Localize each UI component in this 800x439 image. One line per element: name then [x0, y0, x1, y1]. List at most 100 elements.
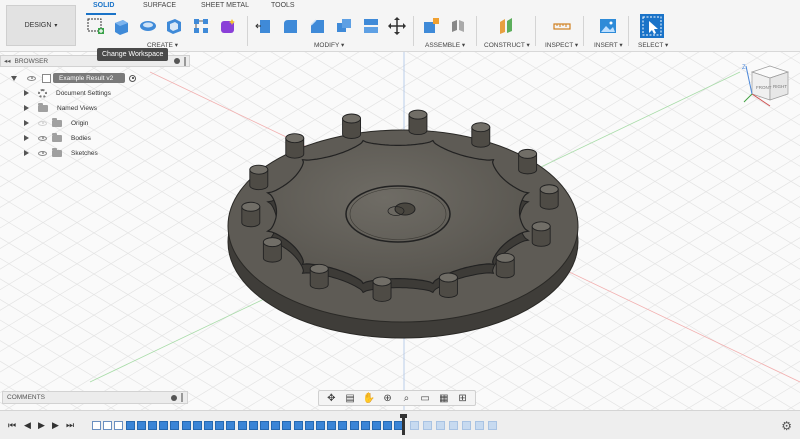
comments-panel[interactable]: COMMENTS	[2, 391, 188, 404]
tree-item-named-views[interactable]: Named Views	[24, 102, 97, 114]
inspect-menu[interactable]: INSPECT ▾	[545, 41, 578, 49]
press-pull-icon[interactable]	[254, 16, 274, 36]
fit-zoom-icon[interactable]: ⌕	[400, 393, 412, 404]
panel-resize-handle[interactable]	[184, 56, 186, 66]
timeline-extrude-feature[interactable]	[192, 421, 202, 430]
chamfer-icon[interactable]	[307, 16, 327, 36]
workspace-switcher-button[interactable]: DESIGN ▾	[6, 5, 76, 46]
tree-item-origin[interactable]: Origin	[24, 117, 88, 129]
timeline-extrude-feature[interactable]	[248, 421, 258, 430]
timeline-extrude-feature[interactable]	[136, 421, 146, 430]
tab-surface[interactable]: SURFACE	[143, 2, 176, 9]
pattern-icon[interactable]	[191, 16, 211, 36]
timeline-extrude-feature[interactable]	[260, 421, 269, 430]
timeline-extrude-feature[interactable]	[372, 421, 381, 430]
timeline-suppressed-feature[interactable]	[436, 421, 445, 430]
timeline-extrude-feature[interactable]	[271, 421, 281, 430]
insert-image-icon[interactable]	[598, 16, 618, 36]
new-component-icon[interactable]	[421, 16, 441, 36]
timeline-sketch-feature[interactable]	[103, 421, 113, 430]
timeline-extrude-feature[interactable]	[148, 421, 157, 430]
timeline-extrude-feature[interactable]	[237, 421, 247, 430]
split-body-icon[interactable]	[361, 16, 381, 36]
create-sketch-icon[interactable]	[86, 16, 106, 36]
joint-icon[interactable]	[448, 16, 468, 36]
timeline-extrude-feature[interactable]	[125, 421, 135, 430]
timeline-extrude-feature[interactable]	[226, 421, 236, 430]
timeline-extrude-feature[interactable]	[181, 421, 191, 430]
extrude-icon[interactable]	[111, 16, 131, 36]
create-form-icon[interactable]	[218, 16, 238, 36]
tab-sheet-metal[interactable]: SHEET METAL	[201, 2, 249, 9]
zoom-icon[interactable]: ⊕	[382, 393, 394, 404]
tab-solid[interactable]: SOLID	[93, 2, 114, 9]
step-forward-icon[interactable]: ▶	[52, 420, 59, 431]
pin-icon[interactable]	[174, 58, 180, 64]
expand-triangle-icon[interactable]	[24, 90, 29, 96]
timeline-marker[interactable]	[400, 414, 407, 435]
timeline-sketch-feature[interactable]	[92, 421, 101, 430]
timeline-suppressed-feature[interactable]	[475, 421, 484, 430]
step-back-icon[interactable]: ◀	[24, 420, 31, 431]
combine-icon[interactable]	[334, 16, 354, 36]
visibility-eye-icon[interactable]	[27, 75, 36, 81]
offset-plane-icon[interactable]	[497, 16, 517, 36]
timeline-extrude-feature[interactable]	[304, 421, 314, 430]
timeline-extrude-feature[interactable]	[293, 421, 303, 430]
viewports-icon[interactable]: ⊞	[457, 393, 469, 404]
collapse-triangle-icon[interactable]	[11, 75, 17, 81]
expand-triangle-icon[interactable]	[24, 105, 29, 111]
timeline-settings-gear-icon[interactable]: ⚙	[781, 419, 792, 433]
panel-resize-handle[interactable]	[181, 393, 183, 402]
shell-icon[interactable]	[164, 16, 184, 36]
tree-item-document-settings[interactable]: Document Settings	[24, 87, 111, 99]
modify-menu[interactable]: MODIFY ▾	[314, 41, 344, 49]
select-icon[interactable]	[640, 14, 664, 38]
grid-settings-icon[interactable]: ▦	[438, 393, 450, 404]
expand-triangle-icon[interactable]	[24, 120, 29, 126]
select-menu[interactable]: SELECT ▾	[638, 41, 668, 49]
measure-icon[interactable]	[552, 16, 572, 36]
timeline-sketch-feature[interactable]	[114, 421, 124, 430]
pan-hand-icon[interactable]: ✋	[363, 393, 375, 404]
timeline-extrude-feature[interactable]	[316, 421, 325, 430]
timeline-suppressed-feature[interactable]	[462, 421, 471, 430]
collapse-panel-icon[interactable]: ◂◂	[4, 57, 11, 65]
look-at-icon[interactable]: ▤	[344, 393, 356, 404]
tree-item-bodies[interactable]: Bodies	[24, 132, 91, 144]
timeline-extrude-feature[interactable]	[215, 421, 225, 430]
timeline-extrude-feature[interactable]	[159, 421, 169, 430]
go-to-start-icon[interactable]: ⏮	[8, 420, 16, 431]
go-to-end-icon[interactable]: ⏭	[66, 420, 74, 431]
expand-triangle-icon[interactable]	[24, 150, 29, 156]
revolve-icon[interactable]	[138, 16, 158, 36]
timeline-extrude-feature[interactable]	[204, 421, 213, 430]
timeline-suppressed-feature[interactable]	[488, 421, 497, 430]
insert-menu[interactable]: INSERT ▾	[594, 41, 623, 49]
tab-tools[interactable]: TOOLS	[271, 2, 295, 9]
activate-radio-icon[interactable]	[129, 74, 136, 82]
timeline-suppressed-feature[interactable]	[423, 421, 432, 430]
timeline-extrude-feature[interactable]	[338, 421, 348, 430]
timeline-extrude-feature[interactable]	[170, 421, 180, 430]
visibility-eye-icon[interactable]	[38, 150, 47, 156]
timeline-extrude-feature[interactable]	[360, 421, 370, 430]
expand-triangle-icon[interactable]	[24, 135, 29, 141]
play-icon[interactable]: ▶	[38, 420, 45, 431]
viewcube[interactable]: FRONT RIGHT Z	[742, 65, 790, 107]
construct-menu[interactable]: CONSTRUCT ▾	[484, 41, 530, 49]
tree-item-root[interactable]: Example Result v2	[11, 72, 136, 84]
pin-icon[interactable]	[171, 394, 177, 401]
move-icon[interactable]	[387, 16, 407, 36]
tree-item-sketches[interactable]: Sketches	[24, 147, 98, 159]
orbit-icon[interactable]: ✥	[325, 393, 337, 404]
fillet-icon[interactable]	[280, 16, 300, 36]
timeline-extrude-feature[interactable]	[349, 421, 359, 430]
visibility-eye-icon[interactable]	[38, 135, 47, 141]
display-settings-icon[interactable]: ▭	[419, 393, 431, 404]
timeline-extrude-feature[interactable]	[383, 421, 393, 430]
visibility-eye-icon[interactable]	[38, 120, 47, 126]
timeline-extrude-feature[interactable]	[327, 421, 337, 430]
assemble-menu[interactable]: ASSEMBLE ▾	[425, 41, 465, 49]
timeline-suppressed-feature[interactable]	[410, 421, 419, 430]
